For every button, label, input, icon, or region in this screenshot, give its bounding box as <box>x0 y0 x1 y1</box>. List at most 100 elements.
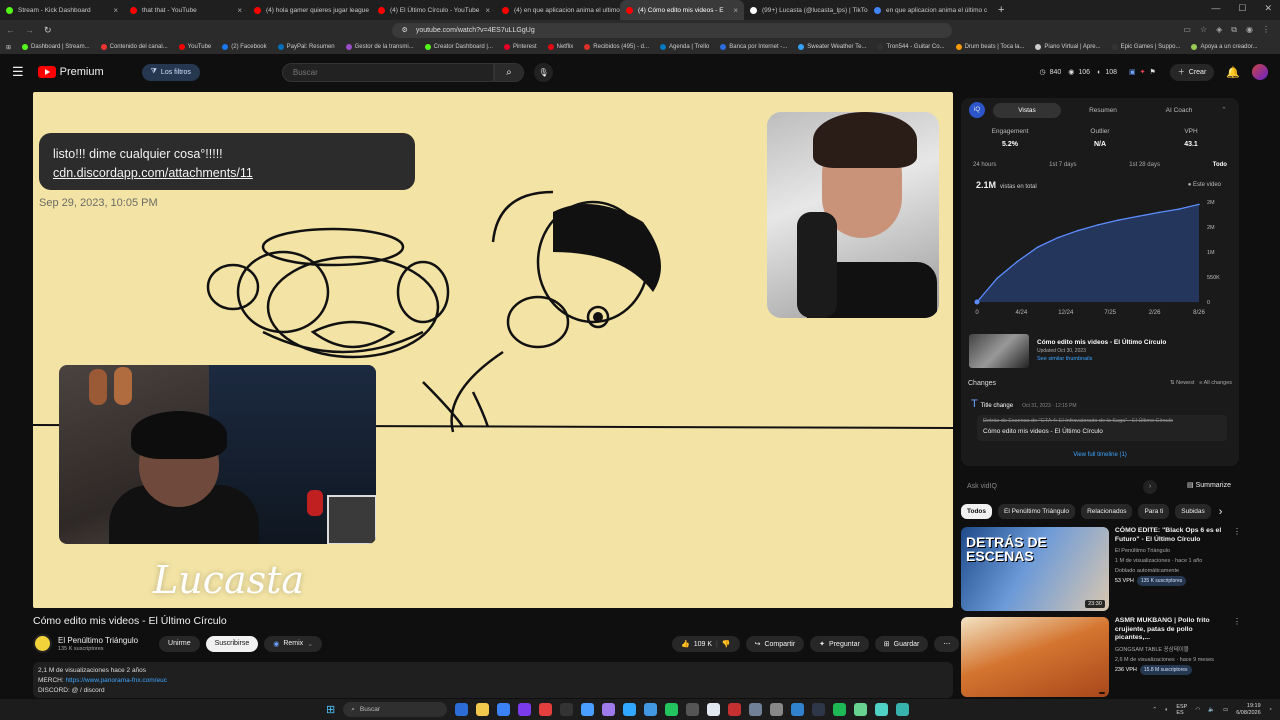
tab-vistas[interactable]: Vistas <box>993 102 1061 118</box>
bookmark-item[interactable]: Apoya a un creador... <box>1191 44 1258 50</box>
bookmark-item[interactable]: Drum beats | Toca la... <box>955 44 1024 50</box>
taskbar-app-icon[interactable] <box>581 703 595 716</box>
more-actions-button[interactable]: ⋯ <box>934 636 960 652</box>
subscribe-button[interactable]: Suscribirse <box>205 635 259 652</box>
like-button[interactable]: 👍 109 K | 👎 <box>672 636 740 652</box>
taskbar-app-icon[interactable] <box>770 703 784 716</box>
taskbar-app-icon[interactable] <box>644 703 658 716</box>
range-all[interactable]: Todo <box>1213 162 1227 168</box>
close-window-icon[interactable]: ✕ <box>1264 3 1272 14</box>
taskbar-app-icon[interactable] <box>665 703 679 716</box>
chip-3[interactable]: Para ti <box>1138 504 1170 519</box>
browser-tab[interactable]: (99+) Lucasta (@lucasta_lps) | TikTok× <box>744 0 868 20</box>
taskbar-app-icon[interactable] <box>602 703 616 716</box>
chip-0[interactable]: Todos <box>961 504 993 519</box>
bookmark-item[interactable]: Agenda | Trello <box>660 44 709 50</box>
flag-icon[interactable]: ⚑ <box>1150 68 1156 76</box>
maximize-icon[interactable]: ☐ <box>1238 3 1246 14</box>
chevron-right-icon[interactable]: › <box>1219 506 1223 518</box>
recommendation-item[interactable]: ASMR MUKBANG | Pollo frito crujiente, pa… <box>961 617 1241 697</box>
bookmark-item[interactable]: Epic Games | Suppo... <box>1111 44 1180 50</box>
close-tab-icon[interactable]: × <box>237 6 242 15</box>
site-info-icon[interactable]: ⚙ <box>402 26 408 34</box>
browser-tab[interactable]: (4) hola gamer quieres jugar league× <box>248 0 372 20</box>
full-timeline-link[interactable]: View full timeline (1) <box>961 452 1239 458</box>
all-changes-filter[interactable]: All changes <box>1204 380 1232 386</box>
taskbar-app-icon[interactable] <box>707 703 721 716</box>
bookmark-item[interactable]: Sweater Weather Te... <box>798 44 866 50</box>
wifi-icon[interactable]: ◠ <box>1195 707 1200 713</box>
forward-icon[interactable]: → <box>25 25 34 36</box>
thumbs-down-icon[interactable]: 👎 <box>722 640 731 648</box>
share-button[interactable]: ↪ Compartir <box>745 636 805 652</box>
summarize-button[interactable]: ▤ Summarize <box>1187 481 1231 489</box>
send-arrow-icon[interactable]: › <box>1143 479 1157 494</box>
close-tab-icon[interactable]: × <box>113 6 118 15</box>
recommendation-item[interactable]: DETRÁS DE ESCENAS 23:30 CÓMO EDITE: "Bla… <box>961 527 1241 611</box>
bookmark-star-icon[interactable]: ☆ <box>1200 25 1207 35</box>
bookmark-item[interactable]: Banca por Internet -... <box>720 44 787 50</box>
language-indicator[interactable]: ESP ES <box>1176 704 1187 716</box>
bookmark-item[interactable]: PayPal: Resumen <box>277 44 335 50</box>
remix-button[interactable]: ◉ Remix ⌄ <box>264 635 323 652</box>
taskbar-app-icon[interactable] <box>791 703 805 716</box>
range-7d[interactable]: 1st 7 days <box>1049 162 1076 168</box>
browser-tab[interactable]: (4) en que aplicacion anima el ultimo× <box>496 0 620 20</box>
tray-chevron-icon[interactable]: ⌃ <box>1152 707 1157 713</box>
bookmark-item[interactable]: (2) Facebook <box>222 44 267 50</box>
total-views-label[interactable]: vistas en total <box>1000 184 1037 190</box>
taskbar-app-icon[interactable] <box>560 703 574 716</box>
filters-button[interactable]: ⧩ Los filtros <box>141 63 200 81</box>
notifications-bell-icon[interactable]: 🔔 <box>1226 66 1240 79</box>
video-thumbnail[interactable] <box>969 334 1029 368</box>
similar-thumbnails-link[interactable]: See similar thumbnails <box>1037 356 1166 362</box>
search-button[interactable]: ⌕ <box>493 62 524 82</box>
youtube-logo[interactable]: Premium <box>37 66 104 78</box>
voice-search-button[interactable]: 🎙 <box>533 62 553 82</box>
collapse-icon[interactable]: ⌃ <box>1221 106 1227 114</box>
taskbar-app-icon[interactable] <box>812 703 826 716</box>
bookmark-item[interactable]: Netflix <box>547 44 573 50</box>
battery-icon[interactable]: ▭ <box>1223 707 1228 713</box>
more-options-icon[interactable]: ⋮ <box>1233 527 1241 611</box>
recommendation-thumbnail[interactable]: DETRÁS DE ESCENAS 23:30 <box>961 527 1109 611</box>
taskbar-app-icon[interactable] <box>854 703 868 716</box>
vidiq-icon[interactable]: ▣ <box>1129 68 1136 76</box>
windows-start-icon[interactable]: ⊞ <box>326 703 335 716</box>
ask-button[interactable]: ✦ Preguntar <box>810 636 869 652</box>
video-player[interactable]: listo!!! dime cualquier cosa°!!!!! cdn.d… <box>33 92 953 608</box>
bookmark-item[interactable]: Recibidos (495) - d... <box>584 44 649 50</box>
tools-icon[interactable]: ✦ <box>1140 68 1146 76</box>
browser-tab[interactable]: en que aplicacion anima el último c× <box>868 0 992 20</box>
recommendation-thumbnail[interactable] <box>961 617 1109 697</box>
close-tab-icon[interactable]: × <box>733 6 738 15</box>
new-tab-icon[interactable]: + <box>998 4 1004 16</box>
chip-2[interactable]: Relacionados <box>1081 504 1133 519</box>
taskbar-app-icon[interactable] <box>686 703 700 716</box>
video-description[interactable]: 2,1 M de visualizaciones hace 2 años MER… <box>33 662 953 698</box>
taskbar-app-icon[interactable] <box>476 703 490 716</box>
more-options-icon[interactable]: ⋮ <box>1233 617 1241 697</box>
sort-newest[interactable]: Newest <box>1176 380 1194 386</box>
bookmark-item[interactable]: Piano Virtual | Apre... <box>1035 44 1101 50</box>
taskbar-app-icon[interactable] <box>875 703 889 716</box>
extensions-puzzle-icon[interactable]: ⧉ <box>1231 25 1237 35</box>
bookmark-item[interactable]: Tron544 - Guitar Co... <box>877 44 945 50</box>
taskbar-app-icon[interactable] <box>896 703 910 716</box>
profile-icon[interactable]: ◉ <box>1246 25 1253 35</box>
search-input[interactable]: Buscar <box>281 62 494 82</box>
bookmark-item[interactable]: Pinterest <box>503 44 537 50</box>
cast-icon[interactable]: ▭ <box>1183 25 1191 35</box>
close-tab-icon[interactable]: × <box>485 6 490 15</box>
tab-ai-coach[interactable]: AI Coach <box>1145 103 1213 118</box>
extension-icon[interactable]: ◈ <box>1216 25 1222 35</box>
channel-name[interactable]: El Penúltimo Triángulo <box>58 636 138 645</box>
range-28d[interactable]: 1st 28 days <box>1129 162 1160 168</box>
join-button[interactable]: Unirme <box>159 635 200 652</box>
notification-center-icon[interactable]: ◔ <box>1269 707 1272 713</box>
chip-1[interactable]: El Penúltimo Triángulo <box>998 504 1076 519</box>
create-button[interactable]: ＋ Crear <box>1169 63 1215 81</box>
desc-merch-link[interactable]: https://www.panorama-fnx.com/euc <box>65 677 167 684</box>
url-bar[interactable]: ⚙ youtube.com/watch?v=4ES7uLLGgUg <box>391 22 952 38</box>
taskbar-app-icon[interactable] <box>455 703 469 716</box>
